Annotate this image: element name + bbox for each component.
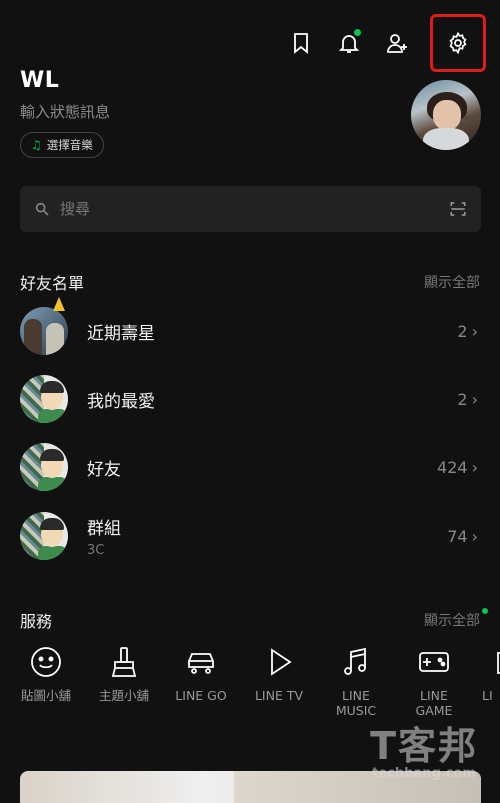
- partial-icon: [497, 652, 500, 674]
- watermark-logo: T客邦: [370, 724, 478, 768]
- chevron-right-icon: ›: [471, 389, 478, 409]
- list-item-count: 424 ›: [437, 457, 478, 477]
- smiley-icon: [31, 647, 61, 677]
- list-item-label: 我的最愛: [87, 391, 155, 412]
- home-screen: WL 輸入狀態訊息 ♫ 選擇音樂 好友名單 顯示全部 近期壽星 2› 我的最愛 …: [0, 0, 500, 803]
- friends-avatar: [20, 443, 68, 491]
- new-indicator-dot: [482, 608, 488, 614]
- watermark-url: techbang.com: [372, 766, 476, 781]
- services-section-title: 服務: [20, 612, 53, 631]
- brush-icon: [111, 647, 137, 677]
- list-item-sublabel: 3C: [87, 543, 105, 558]
- list-item-favorites[interactable]: 我的最愛 2 ›: [20, 373, 480, 425]
- services-row: 貼圖小舖 主題小舖 LINE GO LINE TV LINE MUSIC LIN…: [0, 645, 500, 725]
- friends-section-header: 好友名單 顯示全部: [20, 270, 480, 294]
- status-message[interactable]: 輸入狀態訊息: [20, 101, 110, 122]
- list-item-birthdays[interactable]: 近期壽星 2 ›: [20, 297, 480, 357]
- music-note-icon: ♫: [31, 138, 42, 152]
- chevron-right-icon: ›: [471, 457, 478, 477]
- list-item-groups[interactable]: 群組 3C 74 ›: [20, 510, 480, 562]
- gear-icon: [449, 31, 467, 55]
- service-partial[interactable]: LI: [476, 645, 500, 703]
- watermark: T客邦 techbang.com: [370, 726, 478, 781]
- service-themes[interactable]: 主題小舖: [89, 645, 159, 703]
- friends-show-all-link[interactable]: 顯示全部: [424, 272, 480, 292]
- favorites-avatar: [20, 375, 68, 423]
- list-item-count: 2 ›: [457, 321, 478, 341]
- services-section-header: 服務 顯示全部: [20, 608, 488, 632]
- list-item-count: 74 ›: [447, 526, 478, 546]
- top-bar: [286, 14, 486, 72]
- add-friend-icon: [387, 34, 407, 53]
- bookmark-icon: [294, 33, 308, 54]
- notification-button[interactable]: [334, 25, 364, 61]
- car-icon: [188, 653, 214, 674]
- gamepad-icon: [419, 652, 449, 672]
- groups-avatar: [20, 512, 68, 560]
- service-line-go[interactable]: LINE GO: [166, 645, 236, 703]
- list-item-count: 2 ›: [457, 389, 478, 409]
- music-note-icon: [344, 647, 366, 675]
- chevron-right-icon: ›: [471, 321, 478, 341]
- service-line-music[interactable]: LINE MUSIC: [321, 645, 391, 718]
- list-item-label: 近期壽星: [87, 323, 155, 344]
- bookmark-button[interactable]: [286, 25, 316, 61]
- service-stickers[interactable]: 貼圖小舖: [11, 645, 81, 703]
- settings-button[interactable]: [430, 14, 486, 72]
- new-indicator-dot: [354, 29, 361, 36]
- select-music-label: 選擇音樂: [46, 138, 93, 152]
- profile-section: WL 輸入狀態訊息 ♫ 選擇音樂: [20, 68, 110, 158]
- play-icon: [271, 648, 292, 676]
- friends-section-title: 好友名單: [20, 274, 85, 293]
- search-icon: [35, 202, 49, 216]
- list-item-label: 群組: [87, 519, 121, 539]
- select-music-button[interactable]: ♫ 選擇音樂: [20, 132, 104, 158]
- qr-scan-icon[interactable]: [449, 200, 467, 218]
- chevron-right-icon: ›: [471, 526, 478, 546]
- list-item-label: 好友: [87, 459, 121, 480]
- search-bar: [20, 186, 481, 232]
- party-hat-icon: [53, 297, 65, 311]
- list-item-friends[interactable]: 好友 424 ›: [20, 441, 480, 493]
- profile-name[interactable]: WL: [20, 68, 110, 93]
- add-friend-button[interactable]: [382, 25, 412, 61]
- services-show-all-link[interactable]: 顯示全部: [424, 608, 488, 630]
- service-line-tv[interactable]: LINE TV: [244, 645, 314, 703]
- profile-avatar[interactable]: [411, 80, 481, 150]
- service-line-game[interactable]: LINE GAME: [399, 645, 469, 718]
- search-input[interactable]: [58, 199, 422, 219]
- birthday-avatar: [20, 307, 68, 355]
